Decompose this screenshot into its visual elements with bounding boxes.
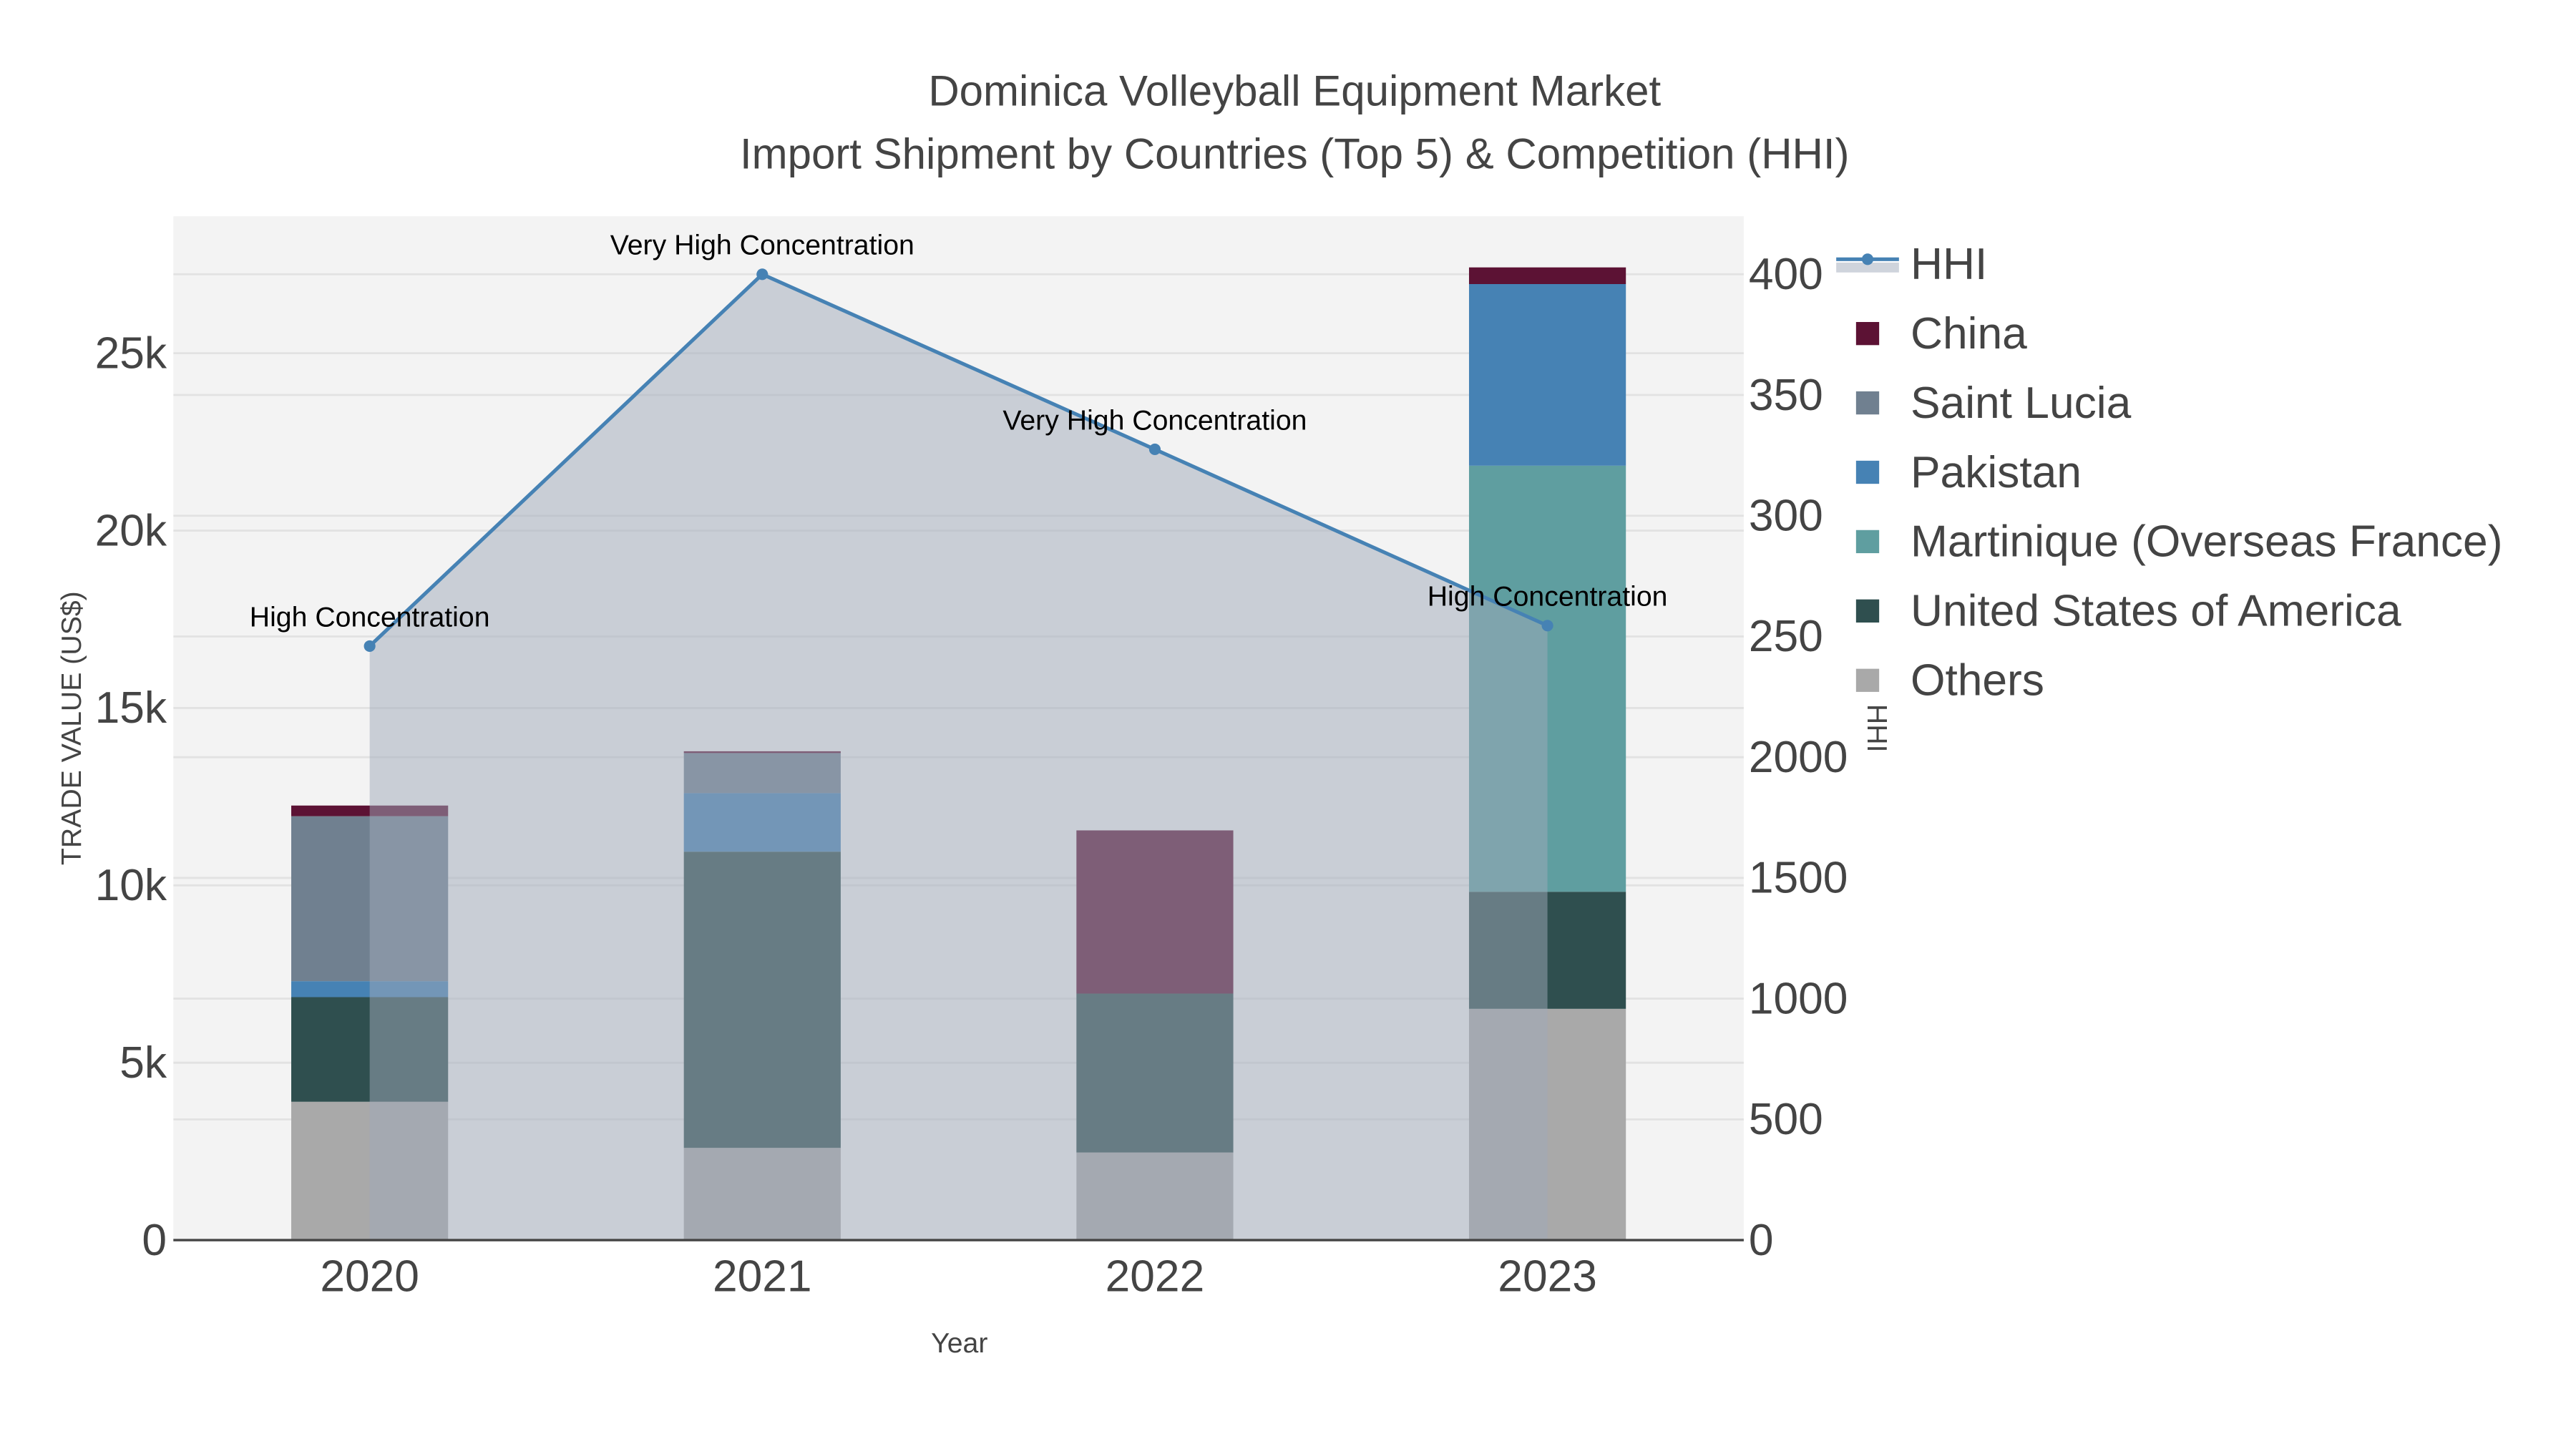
legend-swatch [1855,668,1880,692]
y2-tick-label: 2000 [1749,733,1848,782]
chart: Dominica Volleyball Equipment Market Imp… [56,67,2502,1359]
y-tick-label: 10k [95,861,167,910]
legend-label: Martinique (Overseas France) [1911,517,2502,567]
legend-swatch [1855,530,1880,554]
legend-item-hhi[interactable]: HHI [1836,240,1987,289]
bar-china-2023 [1468,267,1626,284]
hhi-annotation: High Concentration [1428,581,1668,613]
hhi-annotation: High Concentration [250,601,490,633]
legend-item-china[interactable]: China [1855,309,2027,358]
y-tick-label: 20k [95,506,167,555]
chart-subtitle: Import Shipment by Countries (Top 5) & C… [740,130,1850,177]
chart-title: Dominica Volleyball Equipment Market [928,67,1661,115]
legend-item-martinique-overseas-france-[interactable]: Martinique (Overseas France) [1855,517,2503,567]
legend-label: United States of America [1911,587,2401,636]
y-axis-ticks: 0 5k 10k 15k 20k 25k [95,328,167,1264]
legend-label: Pakistan [1911,448,2082,497]
legend-item-saint-lucia[interactable]: Saint Lucia [1855,379,2132,428]
y2-tick-label: 400 [1749,250,1823,299]
y2-axis-title: HHI [1861,704,1893,753]
y-tick-label: 15k [95,683,167,733]
legend-label: Saint Lucia [1911,379,2132,428]
y2-tick-label: 1500 [1749,854,1848,903]
y-axis-title: TRADE VALUE (US$) [56,591,87,865]
y2-tick-label: 0 [1749,1216,1774,1265]
hhi-point-2022 [1148,443,1161,456]
x-tick-label: 2022 [1106,1252,1205,1302]
legend-label: HHI [1911,240,1987,289]
legend-item-others[interactable]: Others [1855,656,2044,706]
y-tick-label: 5k [119,1038,167,1088]
legend-swatch [1855,599,1880,623]
legend-swatch [1855,391,1880,415]
y2-axis-ticks: 0 500 1000 1500 2000 250 300 350 400 [1749,250,1848,1265]
hhi-annotation: Very High Concentration [610,230,914,261]
y-tick-label: 25k [95,328,167,378]
legend-label: Others [1911,656,2044,706]
hhi-annotation: Very High Concentration [1002,404,1307,436]
legend-marker [1861,253,1874,265]
y2-tick-label: 350 [1749,371,1823,420]
legend-item-united-states-of-america[interactable]: United States of America [1855,587,2401,636]
legend-item-pakistan[interactable]: Pakistan [1855,448,2082,497]
hhi-point-2020 [364,640,376,653]
y-tick-label: 0 [142,1216,167,1265]
x-tick-label: 2020 [320,1252,419,1302]
legend-swatch [1855,322,1880,346]
y2-tick-label: 1000 [1749,974,1848,1023]
x-tick-label: 2021 [713,1252,812,1302]
y2-tick-label: 300 [1749,492,1823,541]
y2-tick-label: 500 [1749,1095,1823,1144]
hhi-point-2021 [756,268,769,280]
legend: HHI China Saint Lucia Pakistan Martinique (O… [1836,240,2502,706]
hhi-point-2023 [1541,620,1553,632]
x-axis-title: Year [931,1327,987,1359]
legend-label: China [1911,309,2027,358]
legend-swatch [1855,460,1880,484]
x-tick-label: 2023 [1498,1252,1597,1302]
bar-pakistan-2023 [1468,283,1626,466]
y2-tick-label: 250 [1749,612,1823,661]
x-axis-ticks: 2020 2021 2022 2023 [320,1252,1597,1302]
